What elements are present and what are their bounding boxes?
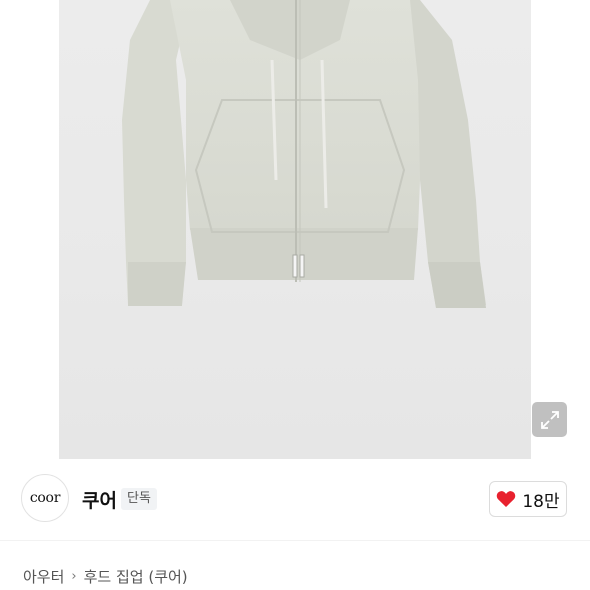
chevron-right-icon: › [71,569,77,584]
brand-logo-text: coor [29,490,61,506]
brand-name-link[interactable]: 쿠어 [82,486,117,513]
hoodie-illustration [122,0,486,308]
section-divider [0,540,590,541]
exclusive-badge: 단독 [121,488,157,510]
product-image[interactable] [0,0,590,459]
heart-icon [497,491,516,507]
brand-row: coor 쿠어 단독 18만 [0,468,590,530]
expand-arrows-icon [540,410,559,429]
breadcrumb-category[interactable]: 아우터 [23,566,64,587]
expand-image-button[interactable] [532,402,567,437]
like-button[interactable]: 18만 [489,481,567,517]
breadcrumb: 아우터 › 후드 집업 (쿠어) [23,566,188,587]
brand-logo[interactable]: coor [21,474,69,522]
breadcrumb-subcategory[interactable]: 후드 집업 (쿠어) [84,566,188,587]
like-count: 18만 [522,491,560,512]
